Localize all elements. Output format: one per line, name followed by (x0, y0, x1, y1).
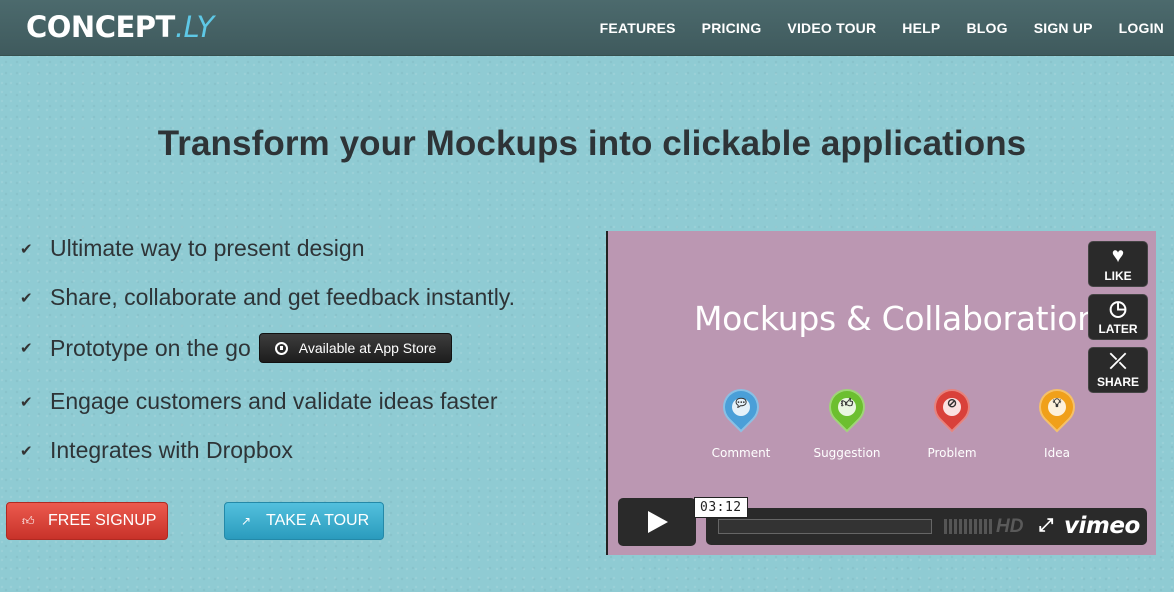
like-button[interactable]: ♥ LIKE (1088, 241, 1148, 287)
logo-accent: .LY (174, 10, 214, 44)
share-label: SHARE (1096, 375, 1139, 389)
video-title: Mockups & Collaboration (694, 299, 1098, 338)
nav-help[interactable]: HELP (902, 20, 940, 36)
idea-pin: 💡︎ Idea (1012, 381, 1102, 460)
site-logo[interactable]: CONCEPT.LY (26, 10, 214, 44)
play-button[interactable] (618, 498, 696, 546)
checkmark-icon: ✔ (20, 442, 33, 460)
no-entry-glyph: ⊘ (946, 396, 958, 410)
app-store-button[interactable]: Available at App Store (258, 333, 453, 363)
clock-icon: ◷ (1108, 297, 1128, 320)
free-signup-button[interactable]: 👍︎ FREE SIGNUP (6, 502, 168, 540)
suggestion-pin: 👍︎ Suggestion (802, 381, 892, 460)
feature-text: Engage customers and validate ideas fast… (50, 388, 498, 414)
player-controls: HD ⤢ vimeo (706, 508, 1147, 545)
download-icon (274, 341, 288, 355)
feature-text: Ultimate way to present design (50, 235, 365, 261)
pin-label: Idea (1044, 446, 1070, 460)
nav-features[interactable]: FEATURES (600, 20, 676, 36)
nav-blog[interactable]: BLOG (966, 20, 1007, 36)
pin-label: Suggestion (813, 446, 881, 460)
pin-label: Comment (711, 446, 771, 460)
problem-pin: ⊘ Problem (907, 381, 997, 460)
feature-text: Prototype on the go (50, 334, 251, 361)
feature-item: ✔ Integrates with Dropbox (20, 437, 293, 464)
nav-pricing[interactable]: PRICING (702, 20, 762, 36)
thumbs-up-icon: 👍︎ (22, 513, 35, 528)
speech-bubble-glyph: 💬︎ (733, 396, 749, 410)
checkmark-icon: ✔ (20, 289, 33, 307)
feature-item: ✔ Share, collaborate and get feedback in… (20, 284, 515, 311)
checkmark-icon: ✔ (20, 340, 33, 357)
video-player[interactable]: Mockups & Collaboration 💬︎ Comment 👍︎ Su… (606, 231, 1156, 555)
volume-control[interactable] (944, 519, 992, 534)
take-a-tour-button[interactable]: ↗ TAKE A TOUR (224, 502, 384, 540)
nav-login[interactable]: LOGIN (1119, 20, 1164, 36)
checkmark-icon: ✔ (20, 240, 33, 258)
vimeo-logo[interactable]: vimeo (1064, 513, 1140, 539)
progress-bar[interactable] (718, 519, 932, 534)
nav-video-tour[interactable]: VIDEO TOUR (787, 20, 876, 36)
take-a-tour-label: TAKE A TOUR (266, 512, 370, 529)
share-button[interactable]: ⤫ SHARE (1088, 347, 1148, 393)
share-icon: ⤫ (1109, 350, 1127, 373)
play-icon (648, 511, 668, 533)
free-signup-label: FREE SIGNUP (48, 512, 157, 529)
like-label: LIKE (1104, 269, 1132, 283)
feature-item: ✔ Prototype on the go Available at App S… (20, 333, 453, 363)
nav-sign-up[interactable]: SIGN UP (1034, 20, 1093, 36)
watch-later-button[interactable]: ◷ LATER (1088, 294, 1148, 340)
feature-item: ✔ Engage customers and validate ideas fa… (20, 388, 498, 415)
comment-pin: 💬︎ Comment (696, 381, 786, 460)
hd-toggle[interactable]: HD (996, 516, 1023, 538)
app-store-label: Available at App Store (298, 340, 437, 356)
feature-text: Integrates with Dropbox (50, 437, 293, 463)
pin-label: Problem (927, 446, 977, 460)
main-nav: FEATURES PRICING VIDEO TOUR HELP BLOG SI… (600, 0, 1174, 56)
timecode-tooltip: 03:12 (694, 497, 748, 518)
fullscreen-icon[interactable]: ⤢ (1039, 515, 1053, 536)
thumbs-up-glyph: 👍︎ (840, 396, 854, 410)
feature-item: ✔ Ultimate way to present design (20, 235, 365, 262)
checkmark-icon: ✔ (20, 393, 33, 411)
heart-icon: ♥ (1111, 244, 1125, 267)
lightbulb-glyph: 💡︎ (1052, 396, 1062, 410)
top-navigation-bar: CONCEPT.LY FEATURES PRICING VIDEO TOUR H… (0, 0, 1174, 56)
page-headline: Transform your Mockups into clickable ap… (157, 124, 1027, 163)
feature-text: Share, collaborate and get feedback inst… (50, 284, 515, 310)
external-link-icon: ↗ (240, 514, 252, 528)
later-label: LATER (1098, 322, 1138, 336)
logo-text: CONCEPT (26, 10, 175, 44)
